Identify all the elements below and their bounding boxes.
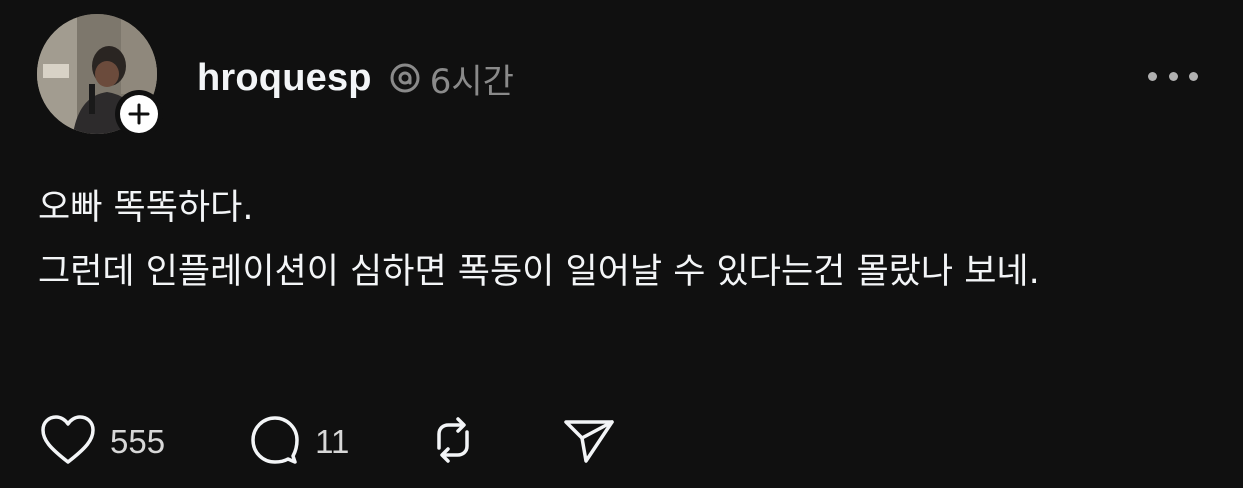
plus-icon <box>120 95 158 133</box>
share-button[interactable] <box>561 414 617 470</box>
username[interactable]: hroquesp <box>197 57 372 100</box>
post-header: hroquesp 6시간 <box>197 54 514 102</box>
more-dot <box>1168 71 1178 81</box>
like-count: 555 <box>110 423 166 460</box>
more-options-button[interactable] <box>1148 64 1198 88</box>
follow-button[interactable] <box>115 90 163 138</box>
comment-icon <box>249 414 301 470</box>
post-text-line: 오빠 똑똑하다. <box>38 188 254 228</box>
repost-button[interactable] <box>425 414 481 470</box>
more-dot <box>1189 71 1198 81</box>
reply-count: 11 <box>315 423 350 460</box>
action-bar: 555 11 <box>40 414 617 470</box>
thread-post: hroquesp 6시간 오빠 똑똑하다. 그런데 인플레이션이 심하면 폭동이… <box>0 0 1243 488</box>
avatar-container <box>37 14 163 138</box>
reply-button[interactable]: 11 <box>249 414 349 470</box>
post-body: 오빠 똑똑하다. 그런데 인플레이션이 심하면 폭동이 일어날 수 있다는건 몰… <box>38 176 1208 304</box>
more-dot <box>1148 71 1157 81</box>
send-icon <box>561 414 617 470</box>
heart-icon <box>40 414 96 470</box>
repost-icon <box>425 414 481 470</box>
post-text-line: 그런데 인플레이션이 심하면 폭동이 일어날 수 있다는건 몰랐나 보네. <box>38 252 1040 292</box>
post-time: 6시간 <box>429 61 514 102</box>
like-button[interactable]: 555 <box>40 414 165 470</box>
threads-icon <box>388 61 422 95</box>
